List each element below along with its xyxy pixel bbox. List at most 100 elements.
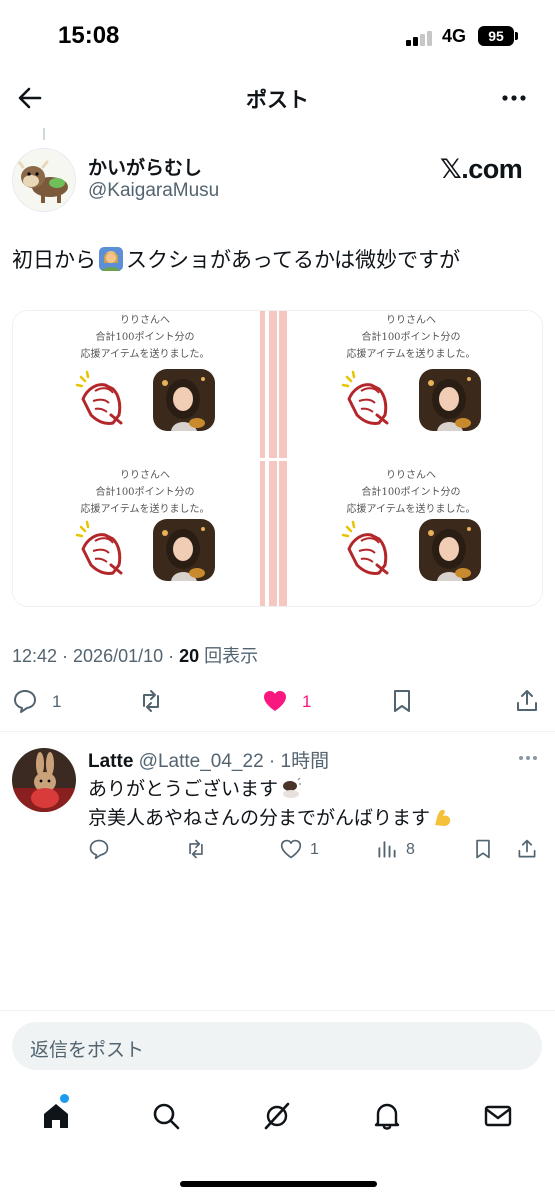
heart-outline-icon — [280, 839, 302, 859]
reply-view-count: 8 — [406, 841, 415, 858]
post-action-bar: 1 1 — [0, 684, 555, 724]
reply-handle-time[interactable]: @Latte_04_22 · 1時間 — [133, 751, 329, 772]
reply-header: Latte @Latte_04_22 · 1時間 — [88, 746, 329, 773]
tab-notifications[interactable] — [367, 1096, 407, 1136]
home-indicator — [180, 1181, 377, 1187]
clapping-hands-icon — [75, 520, 123, 575]
card-text-line1: りりさんへ — [386, 470, 436, 481]
reply-avatar[interactable] — [12, 748, 76, 812]
author-name[interactable]: かいがらむし — [88, 153, 202, 180]
reply-like-count: 1 — [310, 841, 319, 858]
bowing-person-emoji-icon — [283, 777, 302, 798]
card-text-line3: 応援アイテムを送りました。 — [346, 349, 476, 360]
post-media-grid[interactable]: りりさんへ 合計100ポイント分の 応援アイテムを送りました。 りりさんへ 合計100ポ… — [12, 310, 543, 607]
profile-photo — [419, 369, 481, 431]
reply-views-button[interactable]: 8 — [376, 838, 426, 866]
repost-icon — [143, 690, 159, 712]
media-card[interactable]: りりさんへ合計100ポイント分の応援アイテムを送りました。 — [13, 311, 277, 458]
reply-count: 1 — [52, 692, 62, 711]
media-card[interactable]: りりさんへ合計100ポイント分の応援アイテムを送りました。 — [279, 311, 542, 458]
portrait-image — [419, 369, 481, 431]
author-handle[interactable]: @KaigaraMusu — [88, 180, 219, 202]
media-card[interactable]: りりさんへ合計100ポイント分の応援アイテムを送りました。 — [279, 461, 542, 606]
composer-placeholder: 返信をポスト — [30, 1040, 145, 1061]
reply-composer-input[interactable]: 返信をポスト — [12, 1022, 542, 1070]
woman-emoji-icon — [99, 247, 123, 271]
tab-messages[interactable] — [478, 1096, 518, 1136]
reply-icon — [89, 839, 109, 860]
post-timestamp: 12:42 · 2026/01/10 · 20 回表示 — [12, 642, 258, 668]
tab-home[interactable] — [36, 1096, 76, 1136]
reply-share-button[interactable] — [516, 838, 540, 866]
bookmark-icon — [394, 690, 410, 712]
reply-author-name[interactable]: Latte — [88, 751, 133, 772]
post-text: 初日から スクショがあってるかは微妙ですが — [12, 244, 460, 274]
media-card[interactable]: りりさんへ 合計100ポイント分の 応援アイテムを送りました。 — [13, 461, 277, 606]
reply-bookmark-button[interactable] — [472, 838, 496, 866]
card-text-line3: 応援アイテムを送りました。 — [80, 504, 210, 515]
reply-more-button[interactable] — [516, 748, 540, 768]
card-text-line2: 合計100ポイント分の — [361, 487, 461, 498]
reply-repost-button[interactable] — [185, 838, 215, 866]
battery-icon: 95 — [478, 26, 514, 46]
cellular-signal-icon — [406, 30, 434, 46]
card-text-line2: 合計100ポイント分の — [361, 332, 461, 343]
repost-button[interactable] — [138, 688, 178, 718]
profile-photo — [153, 519, 215, 581]
bookmark-icon — [476, 839, 490, 859]
rabbit-avatar-icon — [12, 748, 76, 812]
tab-search[interactable] — [146, 1096, 186, 1136]
portrait-image — [153, 519, 215, 581]
reply-icon — [14, 690, 36, 713]
share-icon — [517, 690, 537, 711]
tab-grok[interactable] — [257, 1096, 297, 1136]
home-notification-dot — [60, 1094, 69, 1103]
flexed-biceps-emoji-icon — [435, 809, 451, 826]
card-text-line1: りりさんへ — [120, 315, 170, 326]
battery-tip — [515, 32, 518, 40]
reply-like-button[interactable]: 1 — [280, 838, 330, 866]
composer-divider — [0, 1010, 555, 1011]
page-title: ポスト — [246, 89, 309, 112]
messages-icon — [484, 1105, 512, 1127]
status-bar: 15:08 4G 95 — [0, 0, 555, 70]
share-icon — [518, 839, 536, 858]
like-count: 1 — [302, 692, 312, 711]
views-label: 回表示 — [199, 646, 259, 666]
clapping-hands-icon — [341, 520, 389, 575]
timestamp-text: 12:42 · 2026/01/10 · — [12, 646, 180, 666]
heart-filled-icon — [264, 691, 286, 711]
author-avatar[interactable] — [12, 148, 76, 212]
grok-icon — [264, 1102, 290, 1130]
post-header: ポスト — [0, 72, 555, 126]
more-dots-icon — [502, 95, 526, 101]
repost-icon — [189, 839, 203, 859]
bookmark-button[interactable] — [389, 688, 419, 718]
like-button[interactable]: 1 — [262, 688, 332, 718]
search-icon — [153, 1103, 180, 1130]
reply-button[interactable]: 1 — [12, 688, 82, 718]
card-text-line2: 合計100ポイント分の — [95, 487, 195, 498]
card-text-line3: 応援アイテムを送りました。 — [80, 349, 210, 360]
reply-reply-button[interactable] — [88, 838, 118, 866]
clapping-hands-icon — [75, 370, 123, 425]
more-dots-icon — [519, 756, 537, 760]
reply-text-line1: ありがとうございます — [88, 774, 302, 801]
portrait-image — [419, 519, 481, 581]
card-text-line3: 応援アイテムを送りました。 — [346, 504, 476, 515]
reply-text-line2: 京美人あやねさんの分までがんばります — [88, 803, 454, 830]
portrait-image — [153, 369, 215, 431]
status-time: 15:08 — [58, 22, 120, 49]
card-text-line2: 合計100ポイント分の — [95, 332, 195, 343]
reply-action-bar: 1 8 — [0, 838, 555, 868]
notifications-icon — [374, 1103, 400, 1130]
more-options-button[interactable] — [498, 82, 530, 114]
network-type: 4G — [442, 26, 467, 46]
views-count: 20 — [179, 646, 200, 666]
post-divider — [0, 731, 555, 732]
share-button[interactable] — [514, 688, 544, 718]
card-text-line1: りりさんへ — [386, 315, 436, 326]
profile-photo — [153, 369, 215, 431]
views-chart-icon — [378, 841, 396, 858]
home-icon — [44, 1104, 68, 1128]
